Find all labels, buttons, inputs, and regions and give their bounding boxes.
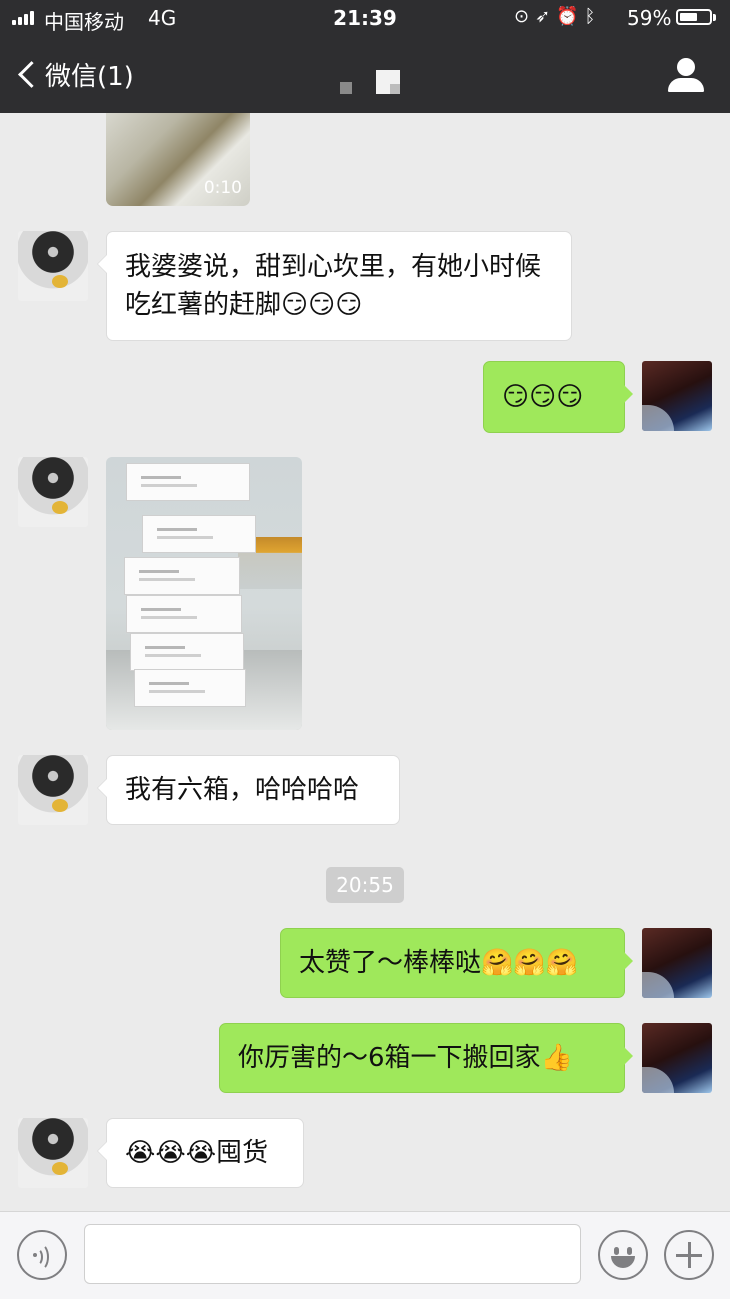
incoming-message[interactable]: 我婆婆说，甜到心坎里，有她小时候吃红薯的赶脚😏😏😏 (97, 231, 572, 341)
back-button[interactable]: 微信(1) (14, 54, 134, 94)
chat-area[interactable]: 0:10 我婆婆说，甜到心坎里，有她小时候吃红薯的赶脚😏😏😏 😏😏😏 我有六箱，… (0, 113, 730, 1211)
outgoing-message[interactable]: 😏😏😏 (483, 361, 633, 433)
my-avatar[interactable] (642, 361, 712, 431)
video-message[interactable]: 0:10 (106, 113, 250, 206)
status-icons: ⊙➶⏰ᛒ (514, 6, 601, 27)
plus-icon[interactable] (664, 1230, 714, 1280)
alarm-icon: ⏰ (556, 6, 585, 27)
my-avatar[interactable] (642, 1023, 712, 1093)
video-duration: 0:10 (203, 178, 242, 198)
voice-icon[interactable] (17, 1230, 67, 1280)
contact-avatar[interactable] (18, 231, 88, 301)
message-input[interactable] (84, 1224, 581, 1284)
back-label: 微信(1) (45, 61, 134, 92)
photo-message[interactable] (106, 457, 302, 730)
orientation-lock-icon: ⊙ (514, 6, 536, 27)
chat-timestamp: 20:55 (326, 867, 404, 903)
bluetooth-icon: ᛒ (584, 6, 602, 27)
contact-avatar[interactable] (18, 755, 88, 825)
outgoing-message[interactable]: 你厉害的～6箱一下搬回家👍 (219, 1023, 633, 1093)
clock: 21:39 (333, 6, 397, 30)
back-chevron-icon (18, 60, 45, 88)
incoming-message[interactable]: 😭😭😭囤货 (97, 1118, 304, 1188)
location-icon: ➶ (535, 6, 557, 27)
emoji-icon[interactable] (598, 1230, 648, 1280)
profile-icon[interactable] (666, 58, 706, 94)
status-bar: 中国移动 4G 21:39 ⊙➶⏰ᛒ 59% (0, 0, 730, 36)
incoming-message[interactable]: 我有六箱，哈哈哈哈 (97, 755, 400, 825)
battery-icon (676, 9, 712, 25)
contact-avatar[interactable] (18, 1118, 88, 1188)
top-bar: 中国移动 4G 21:39 ⊙➶⏰ᛒ 59% 微信(1) (0, 0, 730, 113)
contact-avatar[interactable] (18, 457, 88, 527)
chat-title-mark (340, 70, 402, 94)
outgoing-message[interactable]: 太赞了～棒棒哒🤗🤗🤗 (280, 928, 633, 998)
battery-percent: 59% (627, 6, 672, 30)
my-avatar[interactable] (642, 928, 712, 998)
input-bar (0, 1211, 730, 1299)
